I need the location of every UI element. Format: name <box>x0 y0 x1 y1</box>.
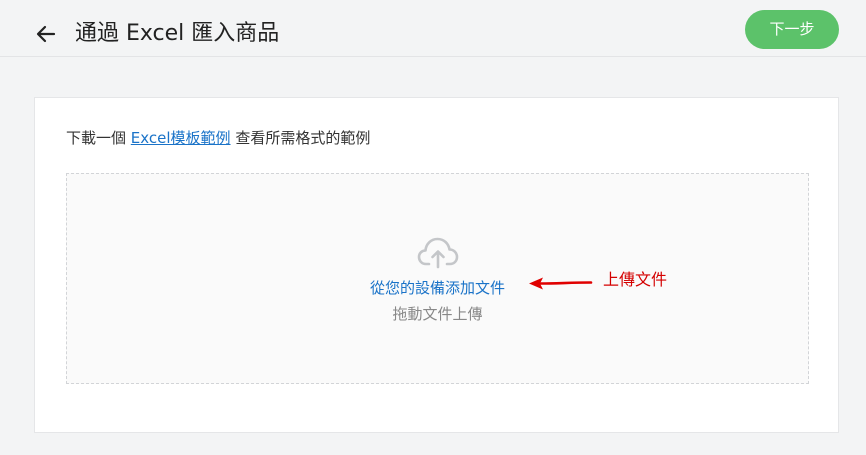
file-dropzone[interactable]: 從您的設備添加文件 拖動文件上傳 <box>66 173 809 384</box>
excel-template-link[interactable]: Excel模板範例 <box>131 129 231 147</box>
upload-annotation-label: 上傳文件 <box>603 270 668 289</box>
page-header: 通過 Excel 匯入商品 下一步 <box>0 0 866 57</box>
instruction-suffix: 查看所需格式的範例 <box>235 129 371 147</box>
template-instruction: 下載一個 Excel模板範例 查看所需格式的範例 <box>66 128 370 148</box>
instruction-prefix: 下載一個 <box>66 129 127 147</box>
page-title: 通過 Excel 匯入商品 <box>75 21 280 46</box>
import-card: 下載一個 Excel模板範例 查看所需格式的範例 從您的設備添加文件 拖動文件上… <box>34 97 839 433</box>
next-step-button[interactable]: 下一步 <box>745 10 839 49</box>
add-file-from-device-link[interactable]: 從您的設備添加文件 <box>67 278 808 298</box>
red-arrow-annotation-icon <box>529 277 593 290</box>
cloud-upload-icon <box>417 237 459 269</box>
back-button[interactable] <box>34 22 58 46</box>
arrow-left-icon <box>36 25 56 43</box>
drag-file-hint: 拖動文件上傳 <box>392 305 483 323</box>
